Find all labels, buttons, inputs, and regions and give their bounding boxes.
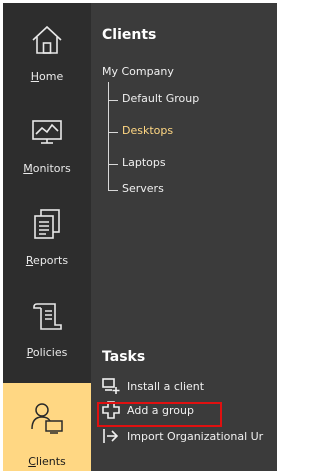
tree-branch	[108, 132, 118, 133]
tree-item-label: Servers	[122, 182, 164, 195]
nav-label-monitors: Monitors	[23, 162, 71, 175]
tree-branch	[108, 164, 118, 165]
tree-item-label: Laptops	[122, 156, 166, 169]
nav-item-home[interactable]: Home	[3, 3, 91, 95]
import-icon	[102, 427, 120, 445]
nav-item-clients[interactable]: Clients	[3, 383, 91, 471]
home-icon	[30, 23, 64, 57]
task-install-client[interactable]: Install a client	[102, 377, 277, 397]
company-node[interactable]: My Company	[102, 65, 174, 78]
monitor-icon	[30, 115, 64, 149]
tree-item-servers[interactable]: Servers	[108, 182, 268, 198]
task-import-org-unit[interactable]: Import Organizational Ur	[102, 427, 277, 447]
task-label: Install a client	[127, 380, 205, 393]
reports-icon	[30, 207, 64, 241]
nav-label-home: Home	[30, 70, 64, 83]
tree-branch	[108, 190, 118, 191]
app-window: Home Monitors Reports Policies Clients C…	[3, 3, 277, 471]
sidebar-nav: Home Monitors Reports Policies Clients	[3, 3, 91, 471]
nav-item-reports[interactable]: Reports	[3, 187, 91, 279]
install-client-icon	[102, 377, 120, 395]
nav-label-clients: Clients	[28, 455, 66, 468]
nav-item-monitors[interactable]: Monitors	[3, 95, 91, 187]
clients-icon	[30, 401, 64, 435]
tree-item-desktops[interactable]: Desktops	[108, 124, 268, 140]
tree-item-laptops[interactable]: Laptops	[108, 156, 268, 172]
nav-label-reports: Reports	[25, 254, 69, 267]
tree-item-default-group[interactable]: Default Group	[108, 92, 268, 108]
nav-item-policies[interactable]: Policies	[3, 279, 91, 371]
tree-item-label: Default Group	[122, 92, 200, 105]
nav-label-policies: Policies	[26, 346, 68, 359]
clients-heading: Clients	[102, 27, 157, 43]
tree-branch	[108, 100, 118, 101]
tasks-heading: Tasks	[102, 349, 146, 365]
group-tree: Default Group Desktops Laptops Servers	[108, 82, 248, 202]
policies-icon	[30, 299, 64, 333]
tree-item-label: Desktops	[122, 124, 174, 137]
task-label: Import Organizational Ur	[127, 430, 264, 443]
clients-panel: Clients My Company Default Group Desktop…	[91, 3, 277, 471]
add-group-highlight	[97, 402, 222, 427]
